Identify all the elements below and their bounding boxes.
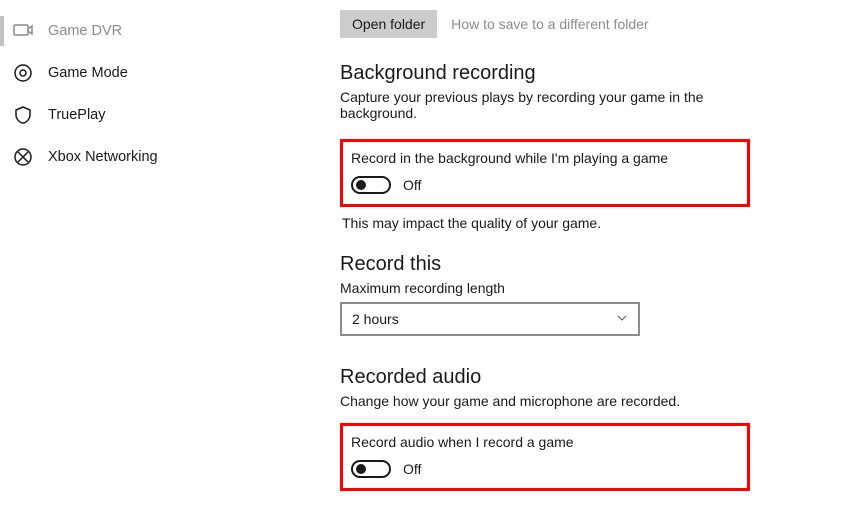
section-subtitle: Change how your game and microphone are … <box>340 393 740 409</box>
chevron-down-icon <box>616 311 628 327</box>
game-mode-icon <box>12 62 34 84</box>
highlight-audio-toggle: Record audio when I record a game Off <box>340 423 750 491</box>
sidebar-item-game-mode[interactable]: Game Mode <box>0 52 300 94</box>
toggle-row: Off <box>351 460 739 478</box>
section-title-recorded-audio: Recorded audio <box>340 366 826 389</box>
record-audio-toggle[interactable] <box>351 460 391 478</box>
sidebar: Game DVR Game Mode TruePlay Xbox Network… <box>0 0 300 499</box>
sidebar-item-xbox-networking[interactable]: Xbox Networking <box>0 136 300 178</box>
dropdown-selected: 2 hours <box>352 311 399 327</box>
sidebar-item-game-dvr[interactable]: Game DVR <box>0 10 300 52</box>
save-folder-hint-link[interactable]: How to save to a different folder <box>451 16 648 32</box>
sidebar-item-label: Game DVR <box>48 23 122 39</box>
toggle-row: Off <box>351 176 739 194</box>
main-content: Open folder How to save to a different f… <box>300 0 850 499</box>
impact-note: This may impact the quality of your game… <box>342 215 826 231</box>
field-label: Maximum recording length <box>340 280 826 296</box>
toggle-state: Off <box>403 177 421 193</box>
toggle-state: Off <box>403 461 421 477</box>
toggle-label: Record in the background while I'm playi… <box>351 150 739 166</box>
section-title-background-recording: Background recording <box>340 62 826 85</box>
toggle-label: Record audio when I record a game <box>351 434 739 450</box>
max-recording-length-dropdown[interactable]: 2 hours <box>340 302 640 336</box>
top-row: Open folder How to save to a different f… <box>340 10 826 38</box>
sidebar-item-label: Xbox Networking <box>48 149 158 165</box>
sidebar-item-label: TruePlay <box>48 107 105 123</box>
xbox-icon <box>12 146 34 168</box>
background-record-toggle[interactable] <box>351 176 391 194</box>
open-folder-button[interactable]: Open folder <box>340 10 437 38</box>
section-title-record-this: Record this <box>340 253 826 276</box>
trueplay-icon <box>12 104 34 126</box>
section-subtitle: Capture your previous plays by recording… <box>340 89 740 121</box>
settings-page: Game DVR Game Mode TruePlay Xbox Network… <box>0 0 850 499</box>
sidebar-item-label: Game Mode <box>48 65 128 81</box>
dvr-icon <box>12 20 34 42</box>
sidebar-item-trueplay[interactable]: TruePlay <box>0 94 300 136</box>
highlight-background-toggle: Record in the background while I'm playi… <box>340 139 750 207</box>
